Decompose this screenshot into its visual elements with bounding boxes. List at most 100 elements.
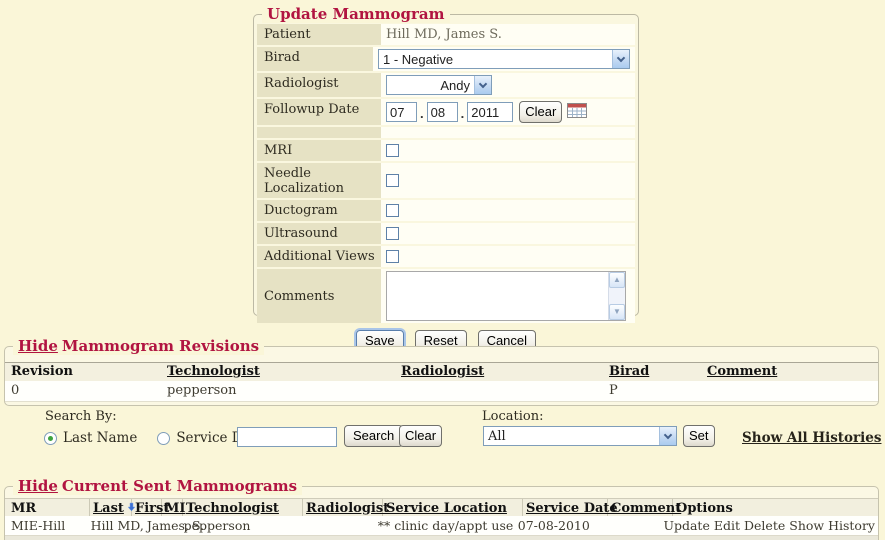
current-sent-table: MR Last First MI Technologist Radiologis… — [5, 498, 878, 540]
hide-current-sent-link[interactable]: Hide — [18, 477, 58, 495]
calendar-icon[interactable] — [567, 103, 587, 121]
patient-label: Patient — [257, 24, 381, 45]
mammogram-revisions-fieldset: HideMammogram Revisions Revision Technol… — [4, 346, 879, 406]
hide-revisions-link[interactable]: Hide — [18, 337, 58, 355]
search-input[interactable] — [237, 427, 337, 447]
revisions-header-row: Revision Technologist Radiologist Birad … — [5, 362, 878, 381]
chevron-down-icon[interactable] — [474, 76, 491, 94]
patient-value: Hill MD, James S. — [386, 27, 502, 42]
radiologist-label: Radiologist — [257, 73, 381, 97]
service-location-column-header[interactable]: Service Location — [383, 499, 523, 516]
needle-localization-checkbox[interactable] — [386, 174, 399, 187]
mr-cell: MIE-Hill — [5, 516, 88, 535]
ultrasound-checkbox[interactable] — [386, 227, 399, 240]
location-label: Location: — [482, 409, 543, 424]
ultrasound-label: Ultrasound — [257, 223, 381, 244]
update-link[interactable]: Update — [663, 518, 709, 535]
mri-label: MRI — [257, 140, 381, 161]
additional-views-label: Additional Views — [257, 246, 381, 267]
first-column-header[interactable]: First — [132, 499, 162, 516]
comment-cell — [705, 381, 878, 401]
revisions-legend-text: Mammogram Revisions — [62, 337, 259, 355]
mri-checkbox[interactable] — [386, 144, 399, 157]
comments-label: Comments — [257, 269, 381, 323]
last-name-radio[interactable] — [44, 432, 57, 445]
radiologist-cell — [399, 381, 607, 401]
mri-row: MRI — [257, 140, 635, 161]
comments-scrollbar[interactable]: ▲ ▼ — [608, 272, 625, 320]
comments-textarea[interactable] — [387, 272, 608, 320]
date-separator: . — [461, 106, 465, 123]
service-date-radio[interactable] — [157, 432, 170, 445]
current-sent-table-row: MIE-Hill Hill MD, James, S. pepperson **… — [5, 516, 878, 535]
radiologist-column-header[interactable]: Radiologist — [399, 363, 607, 381]
service-date-column-header[interactable]: Service Date — [523, 499, 608, 516]
ductogram-row: Ductogram — [257, 200, 635, 221]
ductogram-checkbox[interactable] — [386, 204, 399, 217]
revision-column-header: Revision — [5, 363, 165, 381]
followup-month-input[interactable] — [386, 102, 417, 122]
update-form-rows: Patient Hill MD, James S. Birad 1 - Nega… — [254, 15, 638, 352]
scroll-down-icon[interactable]: ▼ — [609, 304, 625, 320]
mammogram-revisions-legend: HideMammogram Revisions — [13, 337, 264, 355]
birad-cell: P — [607, 381, 705, 401]
followup-year-input[interactable] — [467, 102, 513, 122]
location-selected-value: All — [484, 427, 659, 445]
patient-name-cell: Hill MD, James, S. — [88, 516, 181, 535]
current-sent-legend: HideCurrent Sent Mammograms — [13, 477, 302, 495]
current-sent-header-row: MR Last First MI Technologist Radiologis… — [5, 498, 878, 516]
show-history-link[interactable]: Show History — [789, 518, 875, 535]
technologist-column-header[interactable]: Technologist — [183, 499, 303, 516]
followup-date-label: Followup Date — [257, 99, 381, 125]
revisions-table: Revision Technologist Radiologist Birad … — [5, 362, 878, 402]
set-location-button[interactable]: Set — [683, 425, 715, 447]
show-all-histories-link[interactable]: Show All Histories — [742, 430, 881, 446]
revisions-table-row: 0 pepperson P — [5, 381, 878, 402]
revision-cell: 0 — [5, 381, 165, 401]
radiologist-cell — [297, 516, 375, 535]
birad-column-header[interactable]: Birad — [607, 363, 705, 381]
comment-cell — [597, 516, 660, 535]
birad-select[interactable]: 1 - Negative — [378, 49, 630, 69]
chevron-down-icon[interactable] — [659, 427, 676, 445]
followup-day-input[interactable] — [427, 102, 458, 122]
last-name-radio-label: Last Name — [63, 430, 137, 446]
options-column-header: Options — [673, 499, 878, 516]
search-button[interactable]: Search — [344, 425, 403, 447]
clear-search-button[interactable]: Clear — [399, 425, 442, 447]
mr-column-header: MR — [5, 499, 90, 516]
comments-box: ▲ ▼ — [386, 271, 626, 321]
comment-column-header[interactable]: Comment — [608, 499, 673, 516]
edit-link[interactable]: Edit — [714, 518, 740, 535]
birad-selected-value: 1 - Negative — [379, 50, 612, 68]
radiologist-select[interactable]: Andy — [386, 75, 492, 95]
current-sent-fieldset: HideCurrent Sent Mammograms MR Last Firs… — [4, 486, 879, 540]
last-column-header[interactable]: Last — [90, 499, 132, 516]
technologist-cell: pepperson — [165, 381, 399, 401]
technologist-column-header[interactable]: Technologist — [165, 363, 399, 381]
current-sent-legend-text: Current Sent Mammograms — [62, 477, 297, 495]
radiologist-row: Radiologist Andy — [257, 73, 635, 97]
last-name-cell: Hill MD, — [91, 518, 144, 535]
scroll-up-icon[interactable]: ▲ — [609, 272, 625, 288]
chevron-down-icon[interactable] — [612, 50, 629, 68]
needle-localization-row: Needle Localization — [257, 163, 635, 198]
service-location-cell: ** clinic day/appt use — [375, 516, 515, 535]
clear-date-button[interactable]: Clear — [519, 101, 562, 123]
needle-localization-label: Needle Localization — [257, 163, 381, 198]
date-separator: . — [420, 106, 424, 123]
radiologist-selected-value: Andy — [387, 76, 474, 94]
comment-column-header[interactable]: Comment — [705, 363, 878, 381]
comments-row: Comments ▲ ▼ — [257, 269, 635, 323]
search-bar: Search By: Last Name Service Date Search… — [0, 406, 885, 462]
radiologist-column-header[interactable]: Radiologist — [303, 499, 383, 516]
table-footer-strip — [5, 535, 878, 540]
search-by-label: Search By: — [45, 409, 117, 424]
technologist-cell: pepperson — [181, 516, 297, 535]
location-select[interactable]: All — [483, 426, 677, 446]
mi-column-header[interactable]: MI — [162, 499, 183, 516]
additional-views-checkbox[interactable] — [386, 250, 399, 263]
delete-link[interactable]: Delete — [744, 518, 785, 535]
patient-row: Patient Hill MD, James S. — [257, 24, 635, 45]
birad-label: Birad — [257, 47, 373, 71]
